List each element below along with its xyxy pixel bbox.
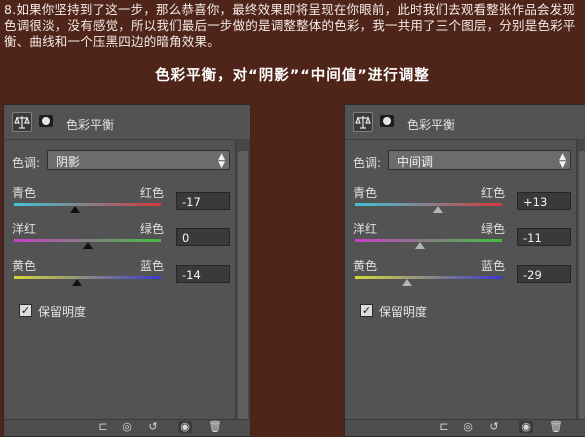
panel-title: 色彩平衡 [66, 118, 115, 132]
green-label: 绿色 [481, 222, 506, 236]
yellow-blue-track[interactable] [14, 276, 161, 279]
select-arrows-icon: ▲ ▼ [559, 152, 566, 170]
tone-select-value: 中间调 [397, 155, 434, 169]
preserve-luminosity-checkbox[interactable]: ✓ [19, 304, 32, 317]
cyan-red-slider-thumb[interactable] [70, 206, 80, 213]
cyan-red-track[interactable] [355, 203, 502, 206]
intro-text: 8.如果你坚持到了这一步，那么恭喜你，最终效果即将呈现在你眼前，此时我们去观看整… [4, 2, 576, 49]
magenta-green-slider-thumb[interactable] [82, 242, 93, 249]
panel-header: 色彩平衡 [345, 105, 585, 140]
visibility-eye-icon[interactable]: ◉ [519, 421, 533, 433]
panel-bottom-toolbar: ⊏ ◎ ↺ ◉ 🗑 [345, 419, 585, 436]
preserve-luminosity-label: 保留明度 [379, 305, 428, 319]
magenta-green-value-input[interactable]: -11 [517, 228, 571, 246]
panel-header: 色彩平衡 [4, 105, 250, 140]
layer-mask-icon[interactable] [378, 112, 398, 132]
color-balance-icon[interactable] [353, 112, 373, 132]
view-previous-icon[interactable]: ◎ [461, 421, 475, 433]
clip-to-layer-icon[interactable]: ⊏ [96, 421, 110, 433]
preserve-luminosity-label: 保留明度 [38, 305, 87, 319]
reset-icon[interactable]: ↺ [487, 421, 501, 433]
yellow-blue-value-input[interactable]: -14 [176, 265, 230, 283]
view-previous-icon[interactable]: ◎ [120, 421, 134, 433]
red-label: 红色 [140, 186, 165, 200]
cyan-red-value-input[interactable]: -17 [176, 192, 230, 210]
tone-label: 色调: [12, 156, 41, 170]
panel-bottom-toolbar: ⊏ ◎ ↺ ◉ 🗑 [4, 419, 250, 436]
cyan-label: 青色 [353, 186, 378, 200]
reset-icon[interactable]: ↺ [146, 421, 160, 433]
clip-to-layer-icon[interactable]: ⊏ [437, 421, 451, 433]
magenta-green-track[interactable] [355, 239, 502, 242]
delete-trash-icon[interactable]: 🗑 [208, 421, 222, 433]
magenta-label: 洋红 [12, 222, 37, 236]
cyan-red-slider-thumb[interactable] [433, 206, 444, 213]
magenta-green-slider-thumb[interactable] [415, 242, 426, 249]
yellow-blue-value-input[interactable]: -29 [517, 265, 571, 283]
layer-mask-icon[interactable] [37, 112, 57, 132]
yellow-label: 黄色 [12, 259, 37, 273]
blue-label: 蓝色 [481, 259, 506, 273]
yellow-blue-slider-thumb[interactable] [72, 279, 83, 286]
yellow-blue-slider-thumb[interactable] [402, 279, 413, 286]
scrollbar-thumb[interactable] [579, 151, 585, 431]
delete-trash-icon[interactable]: 🗑 [549, 421, 563, 433]
color-balance-panel-shadows: 色彩平衡 色调: 阴影 ▲ ▼ 青色 红色 -17 洋红 绿色 0 黄色 蓝色 -… [3, 104, 251, 437]
panel-scrollbar[interactable] [235, 139, 250, 436]
red-label: 红色 [481, 186, 506, 200]
yellow-label: 黄色 [353, 259, 378, 273]
magenta-label: 洋红 [353, 222, 378, 236]
tone-select[interactable]: 阴影 ▲ ▼ [47, 150, 230, 170]
blue-label: 蓝色 [140, 259, 165, 273]
tone-select[interactable]: 中间调 ▲ ▼ [388, 150, 571, 170]
yellow-blue-track[interactable] [355, 276, 502, 279]
preserve-luminosity-checkbox[interactable]: ✓ [360, 304, 373, 317]
select-arrows-icon: ▲ ▼ [218, 152, 225, 170]
tone-select-value: 阴影 [56, 155, 81, 169]
tone-label: 色调: [353, 156, 382, 170]
visibility-eye-icon[interactable]: ◉ [178, 421, 192, 433]
cyan-label: 青色 [12, 186, 37, 200]
panel-scrollbar[interactable] [576, 139, 585, 436]
section-headline: 色彩平衡，对“阴影”“中间值”进行调整 [155, 68, 430, 84]
scrollbar-thumb[interactable] [238, 151, 248, 431]
color-balance-icon[interactable] [12, 112, 32, 132]
magenta-green-value-input[interactable]: 0 [176, 228, 230, 246]
cyan-red-value-input[interactable]: +13 [517, 192, 571, 210]
green-label: 绿色 [140, 222, 165, 236]
panel-title: 色彩平衡 [407, 118, 456, 132]
color-balance-panel-midtones: 色彩平衡 色调: 中间调 ▲ ▼ 青色 红色 +13 洋红 绿色 -11 黄色 蓝… [344, 104, 585, 437]
cyan-red-track[interactable] [14, 203, 161, 206]
